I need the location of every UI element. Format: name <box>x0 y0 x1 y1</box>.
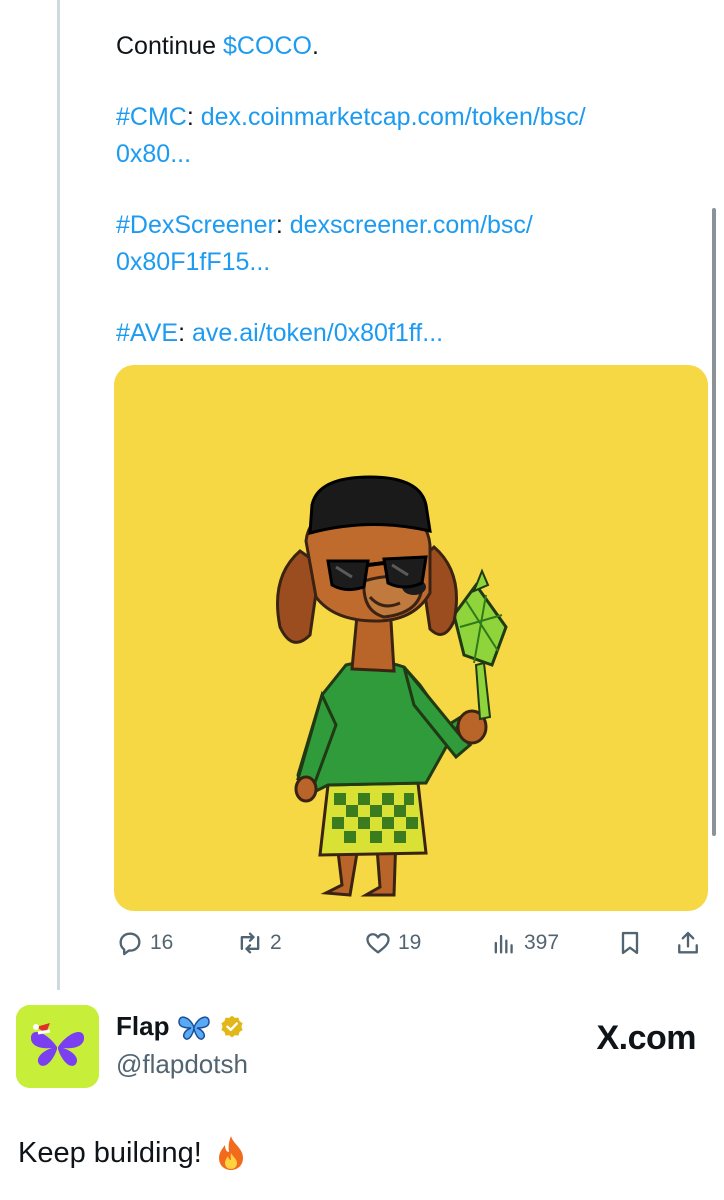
thread-connector-line <box>57 0 60 990</box>
tweet-line-intro: Continue $COCO. <box>116 32 319 60</box>
analytics-icon <box>494 934 513 954</box>
author-handle[interactable]: @flapdotsh <box>116 1049 248 1080</box>
tweet-line-ave: #AVE: ave.ai/token/0x80f1ff... <box>116 319 444 347</box>
author-name-row: Flap <box>116 1011 245 1042</box>
source-label: X.com <box>596 1019 696 1057</box>
verified-gold-badge-icon <box>221 1015 244 1038</box>
repost-count: 2 <box>270 931 282 954</box>
bookmark-button[interactable] <box>616 925 644 961</box>
reply-icon <box>119 932 141 956</box>
tweet-line-cmc: #CMC: dex.coinmarketcap.com/token/bsc/0x… <box>116 103 586 168</box>
like-count: 19 <box>398 931 422 954</box>
view-count: 397 <box>524 931 560 954</box>
reply-button[interactable]: 16 <box>116 925 173 961</box>
cashtag-link[interactable]: $COCO <box>223 32 312 60</box>
author-card: Flap @flapdotsh X.com <box>16 1005 706 1100</box>
author-name[interactable]: Flap <box>116 1011 169 1042</box>
views-button[interactable]: 397 <box>490 925 559 961</box>
hashtag-link-ave[interactable]: #AVE <box>116 319 178 347</box>
tweet-action-bar: 16 2 19 397 <box>116 925 706 961</box>
dog-illustration <box>114 365 708 911</box>
tweet-body: Continue $COCO. #CMC: dex.coinmarketcap.… <box>116 28 696 386</box>
share-button[interactable] <box>674 925 702 961</box>
butterfly-emoji-icon <box>178 1015 211 1040</box>
heart-icon <box>366 933 390 954</box>
hashtag-link-dexscreener[interactable]: #DexScreener <box>116 211 276 239</box>
repost-icon <box>240 932 260 954</box>
tweet-image[interactable] <box>114 365 708 911</box>
repost-button[interactable]: 2 <box>236 925 282 961</box>
avatar[interactable] <box>16 1005 99 1088</box>
reply-tweet: Keep building! <box>18 1135 246 1171</box>
hashtag-link-cmc[interactable]: #CMC <box>116 103 187 131</box>
url-link-ave[interactable]: ave.ai/token/0x80f1ff... <box>192 319 443 347</box>
scrollbar[interactable] <box>712 208 716 836</box>
like-button[interactable]: 19 <box>364 925 421 961</box>
share-icon <box>678 931 698 954</box>
reply-count: 16 <box>150 931 174 954</box>
fire-emoji-icon <box>218 1136 243 1170</box>
tweet-line-dexscreener: #DexScreener: dexscreener.com/bsc/0x80F1… <box>116 211 533 276</box>
reply-text: Keep building! <box>18 1136 202 1169</box>
flap-butterfly-logo-icon <box>16 1005 99 1088</box>
bookmark-icon <box>621 931 639 955</box>
